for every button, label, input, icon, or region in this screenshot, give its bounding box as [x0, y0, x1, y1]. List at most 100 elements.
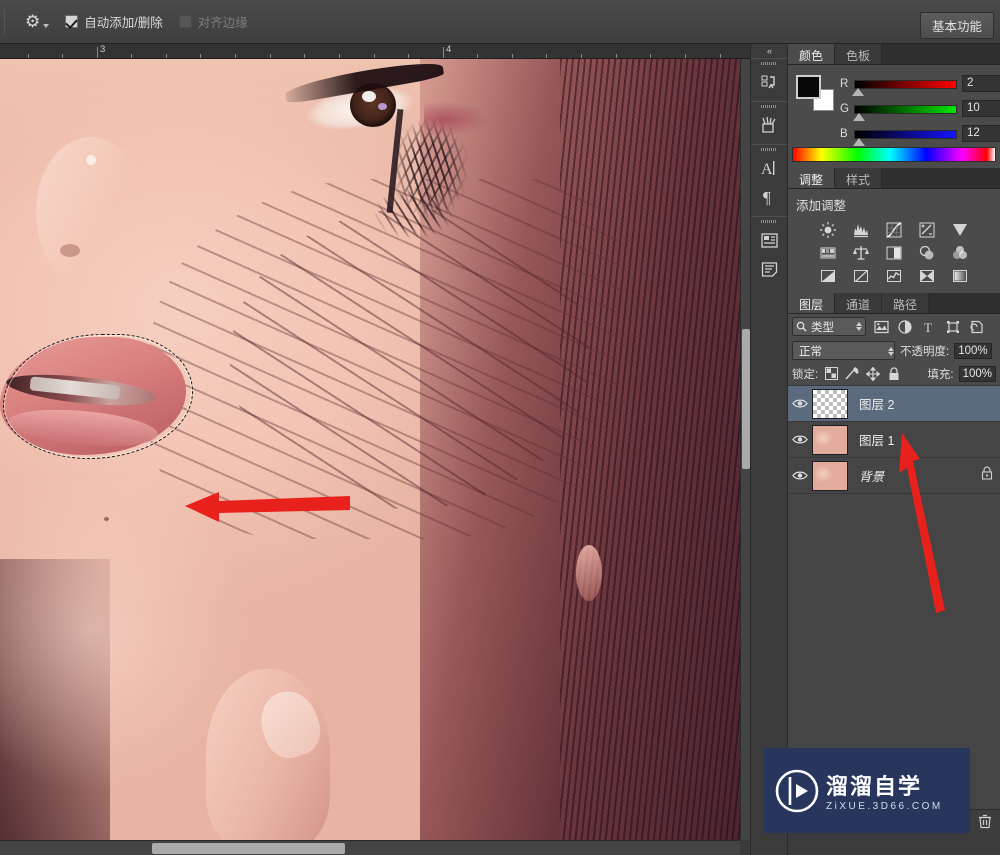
- lock-row: 锁定: 填充: 100%: [788, 362, 1000, 385]
- eye-icon[interactable]: [788, 470, 812, 481]
- red-slider-thumb[interactable]: [852, 87, 864, 96]
- tab-adjustments[interactable]: 调整: [788, 168, 836, 188]
- threshold-icon[interactable]: [883, 266, 905, 285]
- color-ramp-spectrum[interactable]: [792, 147, 996, 162]
- panel-grip[interactable]: [761, 62, 777, 65]
- selective-color-icon[interactable]: [916, 266, 938, 285]
- add-adjustment-title: 添加调整: [796, 199, 847, 213]
- adjustments-panel: 添加调整: [788, 189, 1000, 293]
- black-white-icon[interactable]: [883, 243, 905, 262]
- photo-filter-icon[interactable]: [916, 243, 938, 262]
- green-channel-value[interactable]: 10: [962, 100, 1000, 117]
- layer-name[interactable]: 背景: [848, 466, 884, 485]
- workspace-switcher-button[interactable]: 基本功能: [919, 12, 994, 39]
- red-channel-slider[interactable]: [852, 79, 957, 96]
- tool-options-preset-picker[interactable]: ⚙: [25, 12, 50, 31]
- color-balance-icon[interactable]: [850, 243, 872, 262]
- lock-transparency-icon[interactable]: [823, 366, 839, 382]
- image-canvas[interactable]: [0, 59, 740, 840]
- align-edges-option[interactable]: 对齐边缘: [178, 12, 248, 31]
- tab-swatches[interactable]: 色板: [835, 44, 883, 64]
- hue-saturation-icon[interactable]: [817, 243, 839, 262]
- adjustment-layer-filter-icon[interactable]: [896, 318, 914, 336]
- adjustments-panel-tabs: 调整 样式: [788, 168, 1000, 189]
- red-channel-value[interactable]: 2: [962, 75, 1000, 92]
- canvas-horizontal-scrollbar[interactable]: [0, 840, 740, 855]
- blue-slider-thumb[interactable]: [853, 137, 865, 146]
- invert-icon[interactable]: [817, 266, 839, 285]
- svg-text:A: A: [761, 161, 773, 178]
- layer-filter-kind-label: 类型: [811, 321, 834, 334]
- brush-presets-icon[interactable]: [754, 111, 784, 139]
- canvas-vertical-scroll-thumb[interactable]: [742, 329, 750, 469]
- blend-mode-stepper[interactable]: [888, 346, 894, 356]
- table-row[interactable]: 图层 2: [788, 386, 1000, 422]
- opacity-value[interactable]: 100%: [954, 342, 992, 359]
- photoshop-window: ⚙ 自动添加/删除 对齐边缘 基本功能 3 4 « A ¶ 颜色 色板 R 2 …: [0, 0, 1000, 855]
- lock-position-icon[interactable]: [865, 366, 881, 382]
- adjustment-icon-row-2: [788, 241, 1000, 264]
- horizontal-ruler[interactable]: 3 4: [0, 44, 750, 59]
- tab-channels[interactable]: 通道: [835, 293, 883, 313]
- canvas-vertical-scrollbar[interactable]: [740, 59, 750, 840]
- tab-paths[interactable]: 路径: [882, 293, 930, 313]
- align-edges-checkbox[interactable]: [178, 15, 192, 28]
- fill-value[interactable]: 100%: [958, 365, 996, 382]
- green-slider-thumb[interactable]: [853, 112, 865, 121]
- opacity-label: 不透明度:: [900, 345, 950, 358]
- history-icon[interactable]: [754, 68, 784, 96]
- shape-layer-filter-icon[interactable]: [944, 318, 962, 336]
- blend-mode-select[interactable]: 正常: [792, 341, 895, 360]
- foreground-background-swatches[interactable]: [796, 75, 834, 113]
- panel-grip[interactable]: [761, 148, 777, 151]
- table-row[interactable]: 图层 1: [788, 422, 1000, 458]
- smart-object-filter-icon[interactable]: [968, 318, 986, 336]
- layer-thumbnail-photo[interactable]: [812, 460, 848, 491]
- layer-name[interactable]: 图层 1: [848, 430, 894, 449]
- gear-icon: ⚙: [25, 12, 41, 31]
- layer-name[interactable]: 图层 2: [848, 394, 894, 413]
- paragraph-icon[interactable]: ¶: [754, 183, 784, 211]
- auto-add-delete-option[interactable]: 自动添加/删除: [65, 12, 163, 31]
- options-bar: ⚙ 自动添加/删除 对齐边缘 基本功能: [0, 0, 1000, 44]
- table-row[interactable]: 背景: [788, 458, 1000, 494]
- green-channel-slider[interactable]: [853, 104, 957, 121]
- exposure-icon[interactable]: [916, 220, 938, 239]
- dock-group-brush: [751, 101, 787, 144]
- panel-grip[interactable]: [761, 220, 777, 223]
- lock-image-icon[interactable]: [844, 366, 860, 382]
- layer-filter-kind-select[interactable]: 类型: [792, 317, 866, 336]
- gradient-map-icon[interactable]: [949, 266, 971, 285]
- brightness-icon[interactable]: [817, 220, 839, 239]
- layer-comps-icon[interactable]: [754, 226, 784, 254]
- posterize-icon[interactable]: [850, 266, 872, 285]
- delete-layer-icon[interactable]: [978, 814, 992, 829]
- blue-channel-value[interactable]: 12: [962, 125, 1000, 142]
- type-layer-filter-icon[interactable]: T: [920, 318, 938, 336]
- levels-icon[interactable]: [850, 220, 872, 239]
- channel-mixer-icon[interactable]: [949, 243, 971, 262]
- eye-icon[interactable]: [788, 434, 812, 445]
- pixel-layer-filter-icon[interactable]: [872, 318, 890, 336]
- curves-icon[interactable]: [883, 220, 905, 239]
- auto-add-delete-checkbox[interactable]: [65, 15, 79, 28]
- blue-channel-slider[interactable]: [853, 129, 957, 146]
- scrollbar-corner: [740, 840, 750, 855]
- notes-icon[interactable]: [754, 255, 784, 283]
- layer-thumbnail-photo[interactable]: [812, 424, 848, 455]
- tab-color[interactable]: 颜色: [788, 44, 836, 64]
- tab-layers[interactable]: 图层: [788, 293, 836, 313]
- layer-thumbnail-transparent[interactable]: [812, 388, 848, 419]
- lock-all-icon[interactable]: [886, 366, 902, 382]
- panel-grip[interactable]: [761, 105, 777, 108]
- double-chevron-left-icon[interactable]: «: [751, 44, 787, 58]
- foreground-color-swatch[interactable]: [796, 75, 821, 99]
- canvas-horizontal-scroll-thumb[interactable]: [152, 843, 345, 854]
- character-icon[interactable]: A: [754, 154, 784, 182]
- layer-filter-stepper[interactable]: [856, 322, 862, 331]
- dock-group-history: [751, 58, 787, 101]
- eye-icon[interactable]: [788, 398, 812, 409]
- vibrance-icon[interactable]: [949, 220, 971, 239]
- blue-channel-slider-row: B 12: [840, 125, 1000, 146]
- tab-styles[interactable]: 样式: [835, 168, 883, 188]
